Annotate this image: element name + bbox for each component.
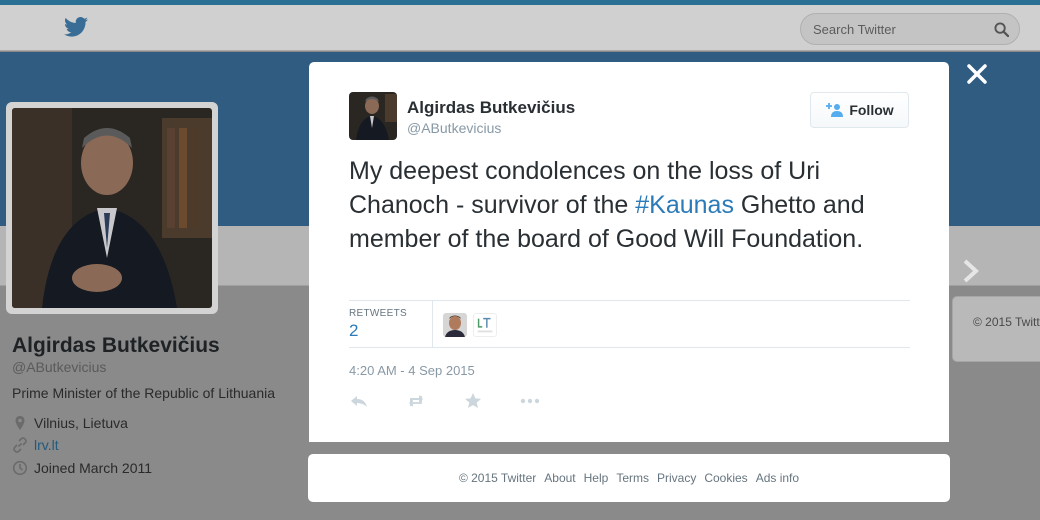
hashtag-link[interactable]: #Kaunas bbox=[635, 191, 734, 219]
joined-text: Joined March 2011 bbox=[34, 460, 153, 476]
footer-link-cookies[interactable]: Cookies bbox=[704, 471, 747, 485]
tweet-author-avatar[interactable] bbox=[349, 92, 397, 140]
retweets-label: RETWEETS bbox=[349, 308, 407, 319]
stats-divider bbox=[432, 301, 433, 348]
reply-icon[interactable] bbox=[349, 392, 369, 410]
footer-link-ads-info[interactable]: Ads info bbox=[756, 471, 799, 485]
location-pin-icon bbox=[15, 416, 25, 430]
calendar-clock-icon bbox=[12, 460, 28, 476]
follow-button[interactable]: Follow bbox=[810, 92, 909, 128]
retweeter-avatar[interactable] bbox=[473, 313, 497, 337]
search-box[interactable] bbox=[800, 13, 1020, 45]
link-icon bbox=[13, 437, 27, 453]
retweeter-avatar[interactable] bbox=[443, 313, 467, 337]
profile-name[interactable]: Algirdas Butkevičius bbox=[12, 334, 220, 358]
tweet-timestamp[interactable]: 4:20 AM - 4 Sep 2015 bbox=[349, 363, 475, 378]
more-icon[interactable] bbox=[520, 392, 540, 410]
profile-handle[interactable]: @AButkevicius bbox=[12, 359, 106, 375]
sidebar-footer-copyright: © 2015 Twitt bbox=[973, 315, 1040, 329]
profile-bio: Prime Minister of the Republic of Lithua… bbox=[12, 385, 276, 401]
footer-link-privacy[interactable]: Privacy bbox=[657, 471, 696, 485]
profile-location: Vilnius, Lietuva bbox=[12, 414, 128, 432]
tweet-actions bbox=[349, 392, 577, 412]
follow-person-plus-icon bbox=[826, 103, 844, 117]
footer-copyright: © 2015 Twitter bbox=[458, 471, 537, 485]
profile-avatar-frame bbox=[6, 102, 218, 314]
favorite-icon[interactable] bbox=[463, 392, 483, 410]
profile-website[interactable]: lrv.lt bbox=[12, 436, 59, 454]
search-input[interactable] bbox=[813, 22, 983, 37]
follow-label: Follow bbox=[849, 102, 894, 118]
top-navigation-bar bbox=[0, 5, 1040, 51]
footer-link-terms[interactable]: Terms bbox=[616, 471, 649, 485]
tweet-author-handle[interactable]: @AButkevicius bbox=[407, 120, 501, 136]
retweet-icon[interactable] bbox=[406, 392, 426, 410]
sidebar-footer-card: © 2015 Twitt bbox=[952, 296, 1040, 362]
profile-joined: Joined March 2011 bbox=[12, 459, 152, 477]
profile-avatar[interactable] bbox=[12, 108, 212, 308]
chevron-right-icon[interactable] bbox=[960, 258, 982, 284]
footer-link-help[interactable]: Help bbox=[584, 471, 609, 485]
modal-footer: © 2015 Twitter About Help Terms Privacy … bbox=[308, 454, 950, 502]
tweet-text: My deepest condolences on the loss of Ur… bbox=[349, 154, 909, 256]
website-link[interactable]: lrv.lt bbox=[34, 437, 59, 453]
search-icon[interactable] bbox=[994, 22, 1010, 38]
tweet-author-name[interactable]: Algirdas Butkevičius bbox=[407, 98, 575, 118]
retweets-count[interactable]: 2 bbox=[349, 321, 358, 341]
twitter-bird-icon[interactable] bbox=[64, 16, 88, 38]
tweet-modal: Algirdas Butkevičius @AButkevicius Follo… bbox=[309, 62, 949, 442]
close-icon[interactable] bbox=[965, 62, 989, 86]
footer-link-about[interactable]: About bbox=[544, 471, 575, 485]
location-text: Vilnius, Lietuva bbox=[34, 415, 128, 431]
tweet-stats: RETWEETS 2 bbox=[349, 300, 910, 348]
